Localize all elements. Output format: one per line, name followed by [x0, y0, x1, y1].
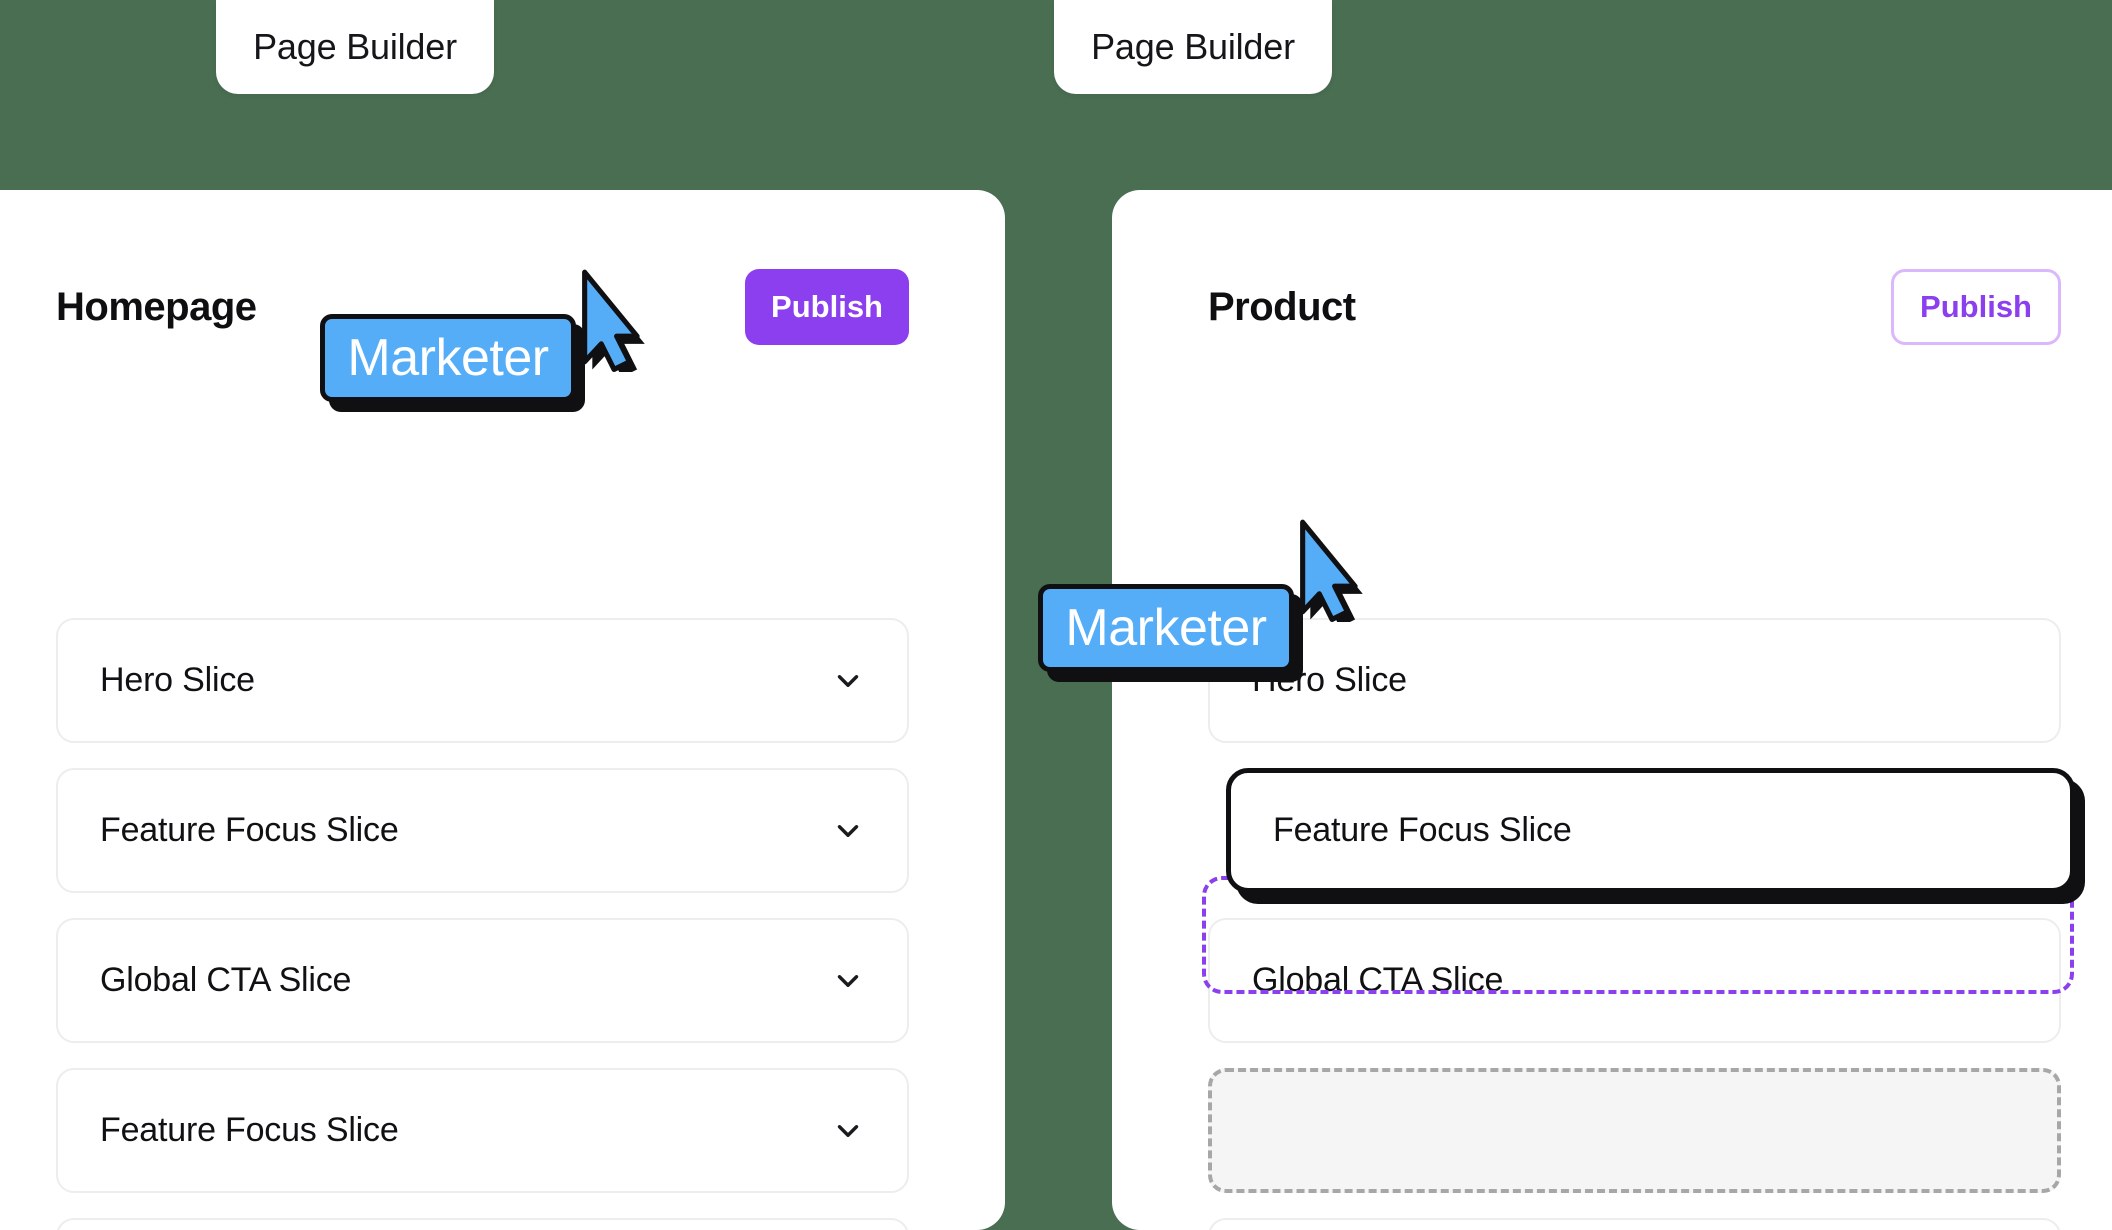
slice-label: Feature Focus Slice: [100, 811, 399, 849]
chevron-down-icon[interactable]: [831, 664, 865, 698]
publish-button[interactable]: Publish: [745, 269, 909, 345]
slice-row-feature-focus-2[interactable]: Feature Focus Slice: [56, 1068, 909, 1193]
slice-label: Feature Focus Slice: [100, 1111, 399, 1149]
slice-row-global-cta[interactable]: Global CTA Slice: [1208, 918, 2061, 1043]
collaborator-name: Marketer: [1065, 599, 1267, 657]
cursor-marketer-left: Marketer: [320, 262, 660, 422]
slice-list-right: Hero Slice Feature Focus Slice Global CT…: [1202, 618, 2075, 1230]
chevron-down-icon[interactable]: [831, 1114, 865, 1148]
slice-row-feature-focus-dragged[interactable]: Feature Focus Slice: [1226, 768, 2075, 893]
slice-row-global-faq[interactable]: Global FAQ Slice: [56, 1218, 909, 1230]
slice-row-feature-focus-1[interactable]: Feature Focus Slice: [56, 768, 909, 893]
tab-label: Page Builder: [253, 26, 457, 67]
slice-label: Hero Slice: [100, 661, 255, 699]
collaborator-name-flag: Marketer: [320, 314, 576, 402]
panel-header-right: Product Publish: [1208, 268, 2061, 346]
screen-stage: Page Builder Homepage Publish Hero Slice…: [0, 0, 2112, 1230]
tab-page-builder-right[interactable]: Page Builder: [1054, 0, 1332, 94]
chevron-down-icon[interactable]: [831, 814, 865, 848]
collaborator-name-flag: Marketer: [1038, 584, 1294, 672]
publish-button[interactable]: Publish: [1891, 269, 2061, 345]
tab-label: Page Builder: [1091, 26, 1295, 67]
slice-row-empty-placeholder[interactable]: [1208, 1068, 2061, 1193]
collaborator-name: Marketer: [347, 329, 549, 387]
page-builder-panel-right: Product Publish Hero Slice Feature Focus…: [1112, 190, 2112, 1230]
slice-label: Global CTA Slice: [1252, 961, 1504, 999]
tab-page-builder-left[interactable]: Page Builder: [216, 0, 494, 94]
slice-row-hero[interactable]: Hero Slice: [56, 618, 909, 743]
cursor-marketer-right: Marketer: [1038, 512, 1378, 692]
slice-label: Global CTA Slice: [100, 961, 352, 999]
chevron-down-icon[interactable]: [831, 964, 865, 998]
slice-list-left: Hero Slice Feature Focus Slice Global CT…: [56, 618, 909, 1230]
page-title: Homepage: [56, 284, 257, 329]
page-title: Product: [1208, 284, 1356, 329]
slice-row-global-cta[interactable]: Global CTA Slice: [56, 918, 909, 1043]
slice-label: Feature Focus Slice: [1273, 811, 1572, 849]
slice-row-global-faq[interactable]: Global FAQ Slice: [1208, 1218, 2061, 1230]
